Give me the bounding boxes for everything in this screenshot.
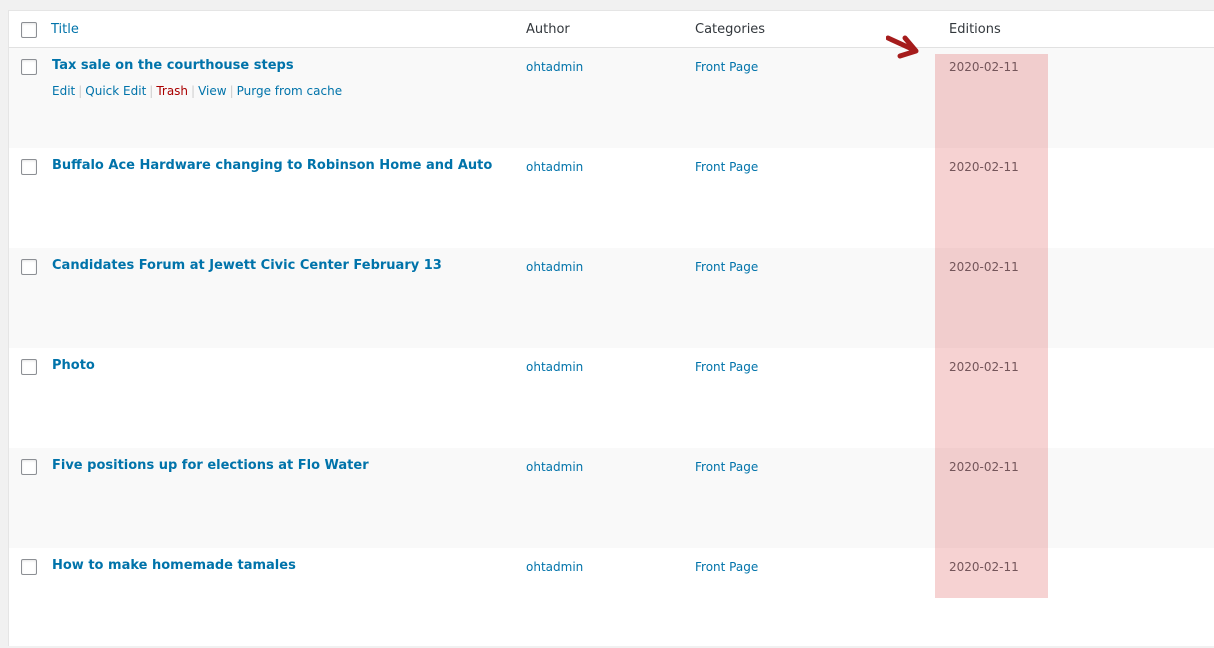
author-link[interactable]: ohtadmin bbox=[526, 259, 583, 275]
row-checkbox[interactable] bbox=[21, 559, 37, 575]
column-header-title[interactable]: Title bbox=[51, 22, 79, 38]
arrow-down-right-icon bbox=[886, 35, 919, 59]
author-link[interactable]: ohtadmin bbox=[526, 159, 583, 175]
separator: | bbox=[191, 84, 196, 98]
post-title-link[interactable]: Tax sale on the courthouse steps bbox=[52, 58, 294, 74]
column-header-author: Author bbox=[526, 22, 570, 37]
row-checkbox[interactable] bbox=[21, 59, 37, 75]
category-link[interactable]: Front Page bbox=[695, 59, 758, 75]
row-checkbox[interactable] bbox=[21, 459, 37, 475]
author-link[interactable]: ohtadmin bbox=[526, 459, 583, 475]
category-link[interactable]: Front Page bbox=[695, 159, 758, 175]
quick-edit-link[interactable]: Quick Edit bbox=[85, 84, 146, 98]
category-link[interactable]: Front Page bbox=[695, 259, 758, 275]
post-title-link[interactable]: How to make homemade tamales bbox=[52, 558, 296, 574]
category-link[interactable]: Front Page bbox=[695, 559, 758, 575]
select-all-checkbox[interactable] bbox=[21, 22, 37, 38]
post-title-link[interactable]: Five positions up for elections at Flo W… bbox=[52, 458, 369, 474]
post-title-link[interactable]: Buffalo Ace Hardware changing to Robinso… bbox=[52, 158, 492, 174]
category-link[interactable]: Front Page bbox=[695, 459, 758, 475]
row-checkbox[interactable] bbox=[21, 259, 37, 275]
table-header: Title Author Categories Editions bbox=[9, 11, 1214, 48]
row-actions: Edit | Quick Edit | Trash | View | Purge from ca… bbox=[52, 83, 342, 99]
edit-link[interactable]: Edit bbox=[52, 84, 75, 98]
category-link[interactable]: Front Page bbox=[695, 359, 758, 375]
column-header-categories: Categories bbox=[695, 22, 766, 37]
separator: | bbox=[149, 84, 154, 98]
trash-link[interactable]: Trash bbox=[156, 84, 188, 98]
author-link[interactable]: ohtadmin bbox=[526, 359, 583, 375]
separator: | bbox=[78, 84, 83, 98]
author-link[interactable]: ohtadmin bbox=[526, 59, 583, 75]
purge-cache-link[interactable]: Purge from cache bbox=[237, 84, 342, 98]
post-title-link[interactable]: Photo bbox=[52, 358, 95, 374]
view-link[interactable]: View bbox=[198, 84, 226, 98]
editions-highlight-overlay bbox=[935, 54, 1048, 598]
author-link[interactable]: ohtadmin bbox=[526, 559, 583, 575]
row-checkbox[interactable] bbox=[21, 359, 37, 375]
row-checkbox[interactable] bbox=[21, 159, 37, 175]
separator: | bbox=[229, 84, 234, 98]
post-title-link[interactable]: Candidates Forum at Jewett Civic Center … bbox=[52, 258, 442, 274]
column-header-editions: Editions bbox=[949, 22, 1001, 37]
